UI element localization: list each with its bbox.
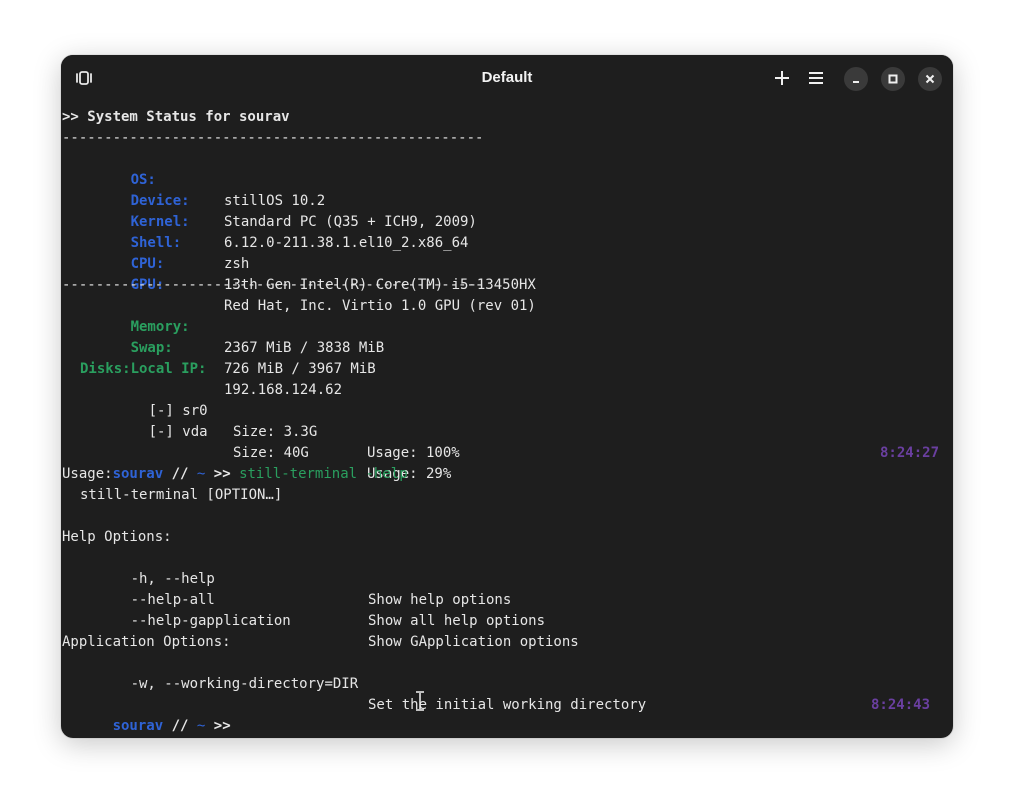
app-option-row: -w, --working-directory=DIR Set the init… [130, 676, 647, 713]
info-row-swap: Swap: 726 MiB / 3967 MiB [130, 340, 376, 377]
maximize-icon [888, 74, 898, 84]
terminal-output[interactable]: >> System Status for sourav ------------… [61, 107, 953, 737]
usage-label: Usage: [62, 466, 113, 482]
info-row-memory: Memory: 2367 MiB / 3838 MiB [130, 319, 385, 356]
prompt-line-1: sourav // ~ >> still-terminal -help [112, 466, 408, 482]
status-header: >> System Status for sourav [62, 109, 290, 125]
separator-line: ----------------------------------------… [62, 277, 484, 293]
usage-line: still-terminal [OPTION…] [80, 487, 283, 503]
info-row-shell: Shell: zsh [130, 235, 250, 272]
disk-row-vda: [-] vda Size: 40G Usage: 29% [148, 424, 452, 482]
prompt-line-2[interactable]: sourav // ~ >> [62, 695, 231, 734]
command-text: still-terminal -help [239, 466, 408, 482]
info-row-kernel: Kernel: 6.12.0-211.38.1.el10_2.x86_64 [130, 214, 469, 251]
info-row-device: Device: Standard PC (Q35 + ICH9, 2009) [130, 193, 477, 230]
prompt-timestamp: 8:24:43 [871, 697, 931, 713]
help-option-row: --help-all Show all help options [130, 592, 546, 629]
hamburger-menu-icon[interactable] [805, 67, 827, 89]
minimize-icon [853, 81, 859, 83]
maximize-button[interactable] [881, 67, 905, 91]
help-option-row: -h, --help Show help options [130, 571, 512, 608]
minimize-button[interactable] [844, 67, 868, 91]
text-cursor-icon [416, 691, 424, 711]
disk-row-sr0: [-] sr0 Size: 3.3G Usage: 100% [148, 403, 460, 461]
prompt-timestamp: 8:24:27 [880, 445, 940, 461]
info-row-local-ip: Local IP: 192.168.124.62 [130, 361, 343, 398]
close-button[interactable] [918, 67, 942, 91]
terminal-window: Default >> System Status for sourav ----… [61, 55, 953, 738]
close-icon [925, 74, 935, 84]
help-options-label: Help Options: [62, 529, 172, 545]
app-options-label: Application Options: [62, 634, 231, 650]
titlebar: Default [61, 55, 953, 101]
separator-line: ----------------------------------------… [62, 130, 484, 146]
info-row-os: OS: stillOS 10.2 [130, 172, 326, 209]
help-option-row: --help-gapplication Show GApplication op… [130, 613, 579, 650]
plus-icon[interactable] [771, 67, 793, 89]
info-row-gpu: GPU: Red Hat, Inc. Virtio 1.0 GPU (rev 0… [130, 277, 536, 314]
disks-label: Disks: [80, 361, 131, 377]
info-row-cpu: CPU: 13th Gen Intel(R) Core(TM) i5-13450… [130, 256, 536, 293]
